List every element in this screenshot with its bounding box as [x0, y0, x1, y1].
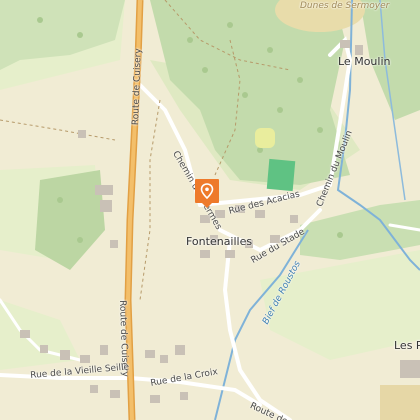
- les-p-label: Les P: [394, 339, 420, 352]
- location-pin-icon[interactable]: [194, 178, 220, 208]
- fontenailles-label: Fontenailles: [186, 235, 253, 248]
- clearing: [255, 128, 275, 148]
- map-view[interactable]: Dunes de Sermoyer Le Moulin Route de Cui…: [0, 0, 420, 420]
- field-area: [380, 385, 420, 420]
- dunes-label: Dunes de Sermoyer: [300, 1, 390, 11]
- le-moulin-label: Le Moulin: [338, 55, 391, 68]
- sports-field: [266, 158, 296, 192]
